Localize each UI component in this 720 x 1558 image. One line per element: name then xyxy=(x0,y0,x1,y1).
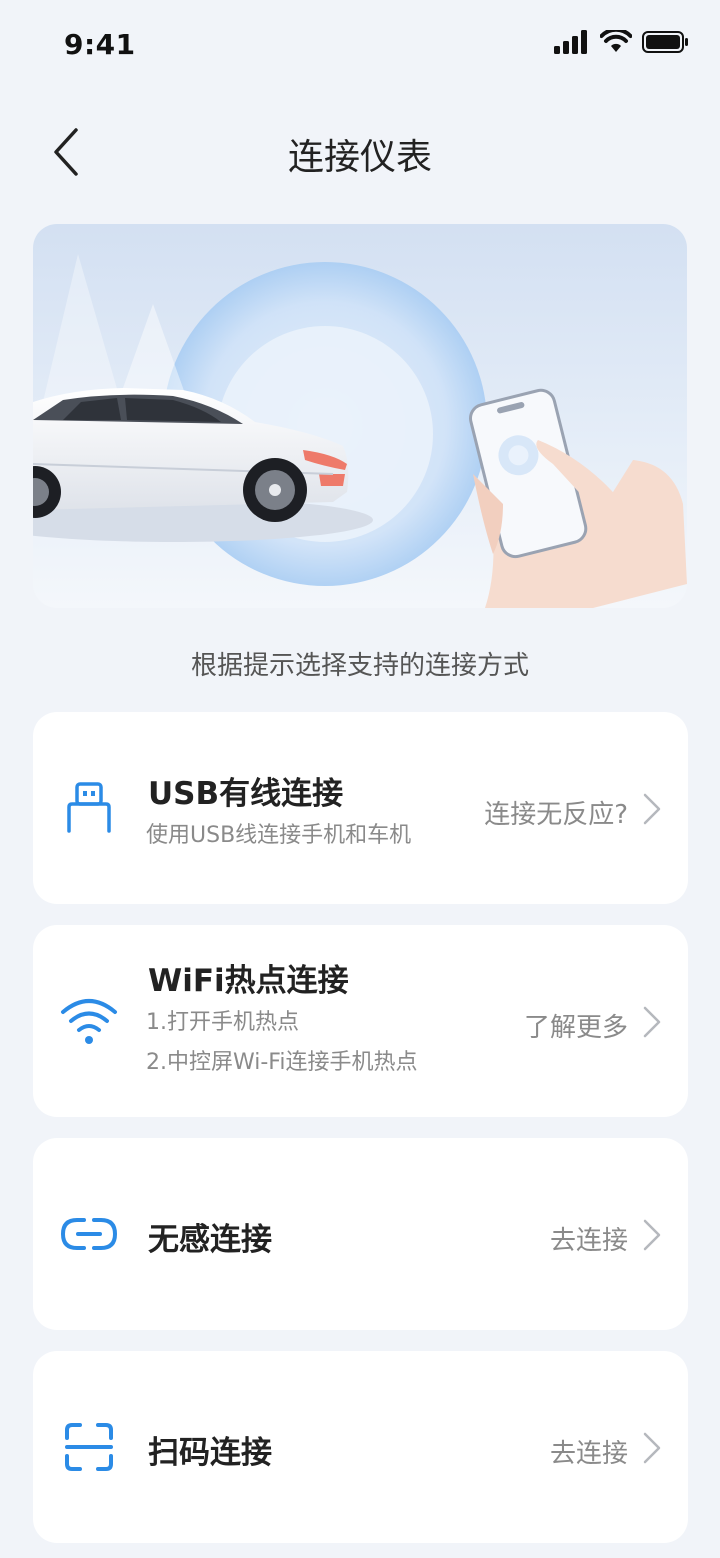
hero-illustration xyxy=(33,224,687,608)
seamless-connection-card[interactable]: 无感连接 去连接 xyxy=(33,1138,688,1330)
chevron-right-icon xyxy=(643,1219,661,1251)
usb-help-link[interactable]: 连接无反应? xyxy=(484,794,628,831)
connection-hint: 根据提示选择支持的连接方式 xyxy=(190,651,529,681)
link-icon xyxy=(59,1204,119,1264)
wifi-learn-more-link[interactable]: 了解更多 xyxy=(524,1007,628,1044)
status-time: 9:41 xyxy=(64,28,136,61)
scan-connect-link[interactable]: 去连接 xyxy=(550,1433,628,1470)
battery-icon xyxy=(642,31,688,53)
seamless-title: 无感连接 xyxy=(148,1222,272,1258)
scan-icon xyxy=(59,1417,119,1477)
wifi-desc-step1: 1.打开手机热点 xyxy=(146,1010,299,1035)
chevron-right-icon xyxy=(643,1006,661,1038)
scan-connection-card[interactable]: 扫码连接 去连接 xyxy=(33,1351,688,1543)
signal-icon xyxy=(554,30,587,54)
usb-title: USB有线连接 xyxy=(148,776,344,812)
scan-title: 扫码连接 xyxy=(148,1435,272,1471)
usb-icon xyxy=(59,778,119,838)
status-icons xyxy=(554,30,690,54)
chevron-right-icon xyxy=(643,793,661,825)
nav-bar: 连接仪表 xyxy=(0,110,720,194)
wifi-status-icon xyxy=(600,30,632,52)
chevron-right-icon xyxy=(643,1432,661,1464)
wifi-desc-step2: 2.中控屏Wi-Fi连接手机热点 xyxy=(146,1050,418,1075)
wifi-connection-card[interactable]: WiFi热点连接 1.打开手机热点 2.中控屏Wi-Fi连接手机热点 了解更多 xyxy=(33,925,688,1117)
seamless-connect-link[interactable]: 去连接 xyxy=(550,1220,628,1257)
usb-connection-card[interactable]: USB有线连接 使用USB线连接手机和车机 连接无反应? xyxy=(33,712,688,904)
usb-desc: 使用USB线连接手机和车机 xyxy=(146,823,412,848)
page-title: 连接仪表 xyxy=(287,137,432,178)
car-phone-illustration xyxy=(33,224,687,608)
wifi-icon xyxy=(59,991,119,1051)
status-bar: 9:41 xyxy=(0,0,720,90)
wifi-title: WiFi热点连接 xyxy=(148,963,349,999)
